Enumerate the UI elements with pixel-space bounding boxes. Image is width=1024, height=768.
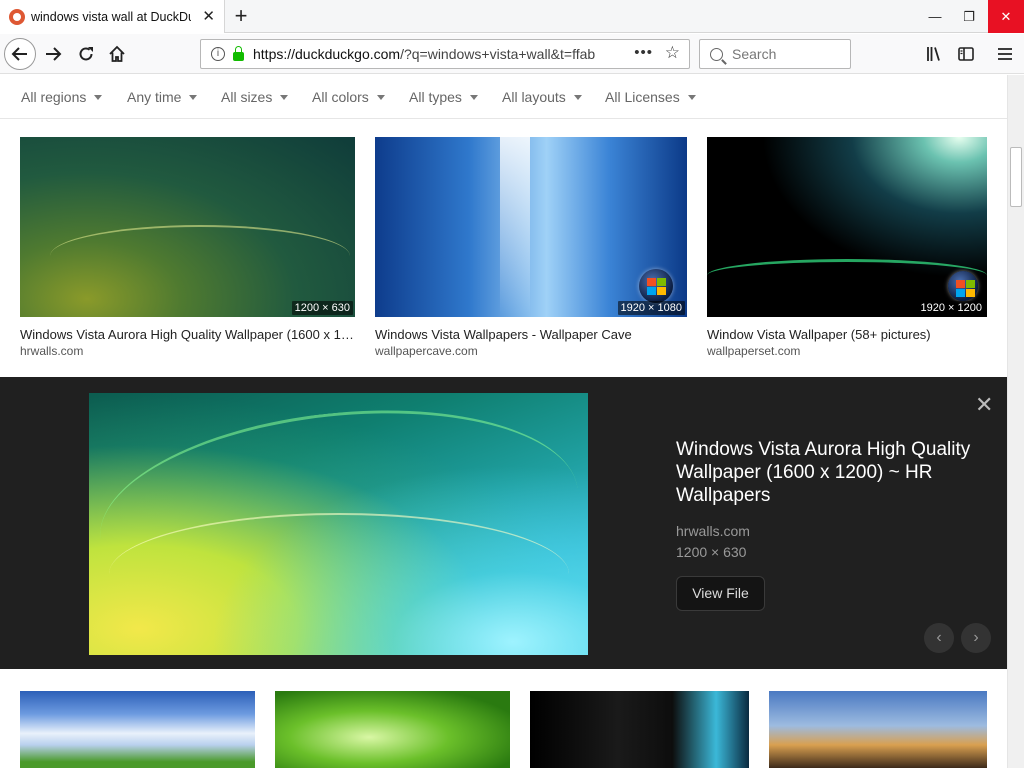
tab-close-icon[interactable]: ✕ bbox=[202, 7, 215, 25]
scrollbar-thumb[interactable] bbox=[1010, 147, 1022, 207]
image-dimensions: 1200 × 630 bbox=[291, 301, 353, 315]
image-result[interactable]: 1920 × 1080 Windows Vista Wallpapers - W… bbox=[375, 137, 687, 358]
image-result[interactable] bbox=[20, 691, 255, 768]
result-title[interactable]: Windows Vista Wallpapers - Wallpaper Cav… bbox=[375, 327, 687, 342]
detail-title[interactable]: Windows Vista Aurora High Quality Wallpa… bbox=[676, 438, 976, 507]
image-result[interactable]: 1920 × 1200 Window Vista Wallpaper (58+ … bbox=[707, 137, 987, 358]
image-result[interactable] bbox=[769, 691, 987, 768]
image-detail-panel: ✕ Windows Vista Aurora High Quality Wall… bbox=[0, 377, 1007, 669]
filter-regions[interactable]: All regions bbox=[21, 89, 102, 105]
view-file-button[interactable]: View File bbox=[676, 576, 765, 611]
url-text[interactable]: https://duckduckgo.com/?q=windows+vista+… bbox=[253, 46, 633, 62]
navigation-toolbar: i https://duckduckgo.com/?q=windows+vist… bbox=[0, 34, 1024, 74]
image-result[interactable] bbox=[275, 691, 510, 768]
result-title[interactable]: Windows Vista Aurora High Quality Wallpa… bbox=[20, 327, 355, 342]
page-scrollbar[interactable] bbox=[1007, 75, 1024, 768]
windows-logo-icon bbox=[948, 271, 978, 301]
detail-source[interactable]: hrwalls.com bbox=[676, 523, 750, 539]
duckduckgo-favicon-icon bbox=[9, 8, 25, 25]
result-thumbnail[interactable] bbox=[530, 691, 749, 768]
window-close-icon[interactable]: ✕ bbox=[988, 0, 1024, 33]
image-result[interactable] bbox=[530, 691, 749, 768]
previous-image-icon[interactable]: ‹ bbox=[924, 623, 954, 653]
tab-bar: windows vista wall at DuckDuckGo ✕ + — ❐… bbox=[0, 0, 1024, 33]
result-source: wallpapercave.com bbox=[375, 344, 478, 358]
hamburger-menu-icon[interactable] bbox=[989, 38, 1021, 70]
search-icon bbox=[710, 47, 723, 61]
url-host: https://duckduckgo.com bbox=[253, 46, 401, 62]
browser-search-input[interactable] bbox=[732, 46, 842, 62]
detail-dimensions: 1200 × 630 bbox=[676, 544, 747, 560]
detail-preview-image[interactable] bbox=[89, 393, 588, 655]
detail-close-icon[interactable]: ✕ bbox=[975, 394, 993, 416]
image-dimensions: 1920 × 1200 bbox=[917, 301, 985, 315]
filter-types[interactable]: All types bbox=[409, 89, 478, 105]
minimize-icon[interactable]: — bbox=[918, 0, 952, 33]
page-actions-icon[interactable]: ••• bbox=[634, 44, 653, 61]
next-image-icon[interactable]: › bbox=[961, 623, 991, 653]
filter-time[interactable]: Any time bbox=[127, 89, 197, 105]
result-thumbnail[interactable]: 1920 × 1200 bbox=[707, 137, 987, 317]
filter-colors[interactable]: All colors bbox=[312, 89, 385, 105]
filter-licenses[interactable]: All Licenses bbox=[605, 89, 696, 105]
reload-icon[interactable] bbox=[70, 38, 102, 70]
site-info-icon[interactable]: i bbox=[211, 47, 225, 61]
result-thumbnail[interactable] bbox=[275, 691, 510, 768]
sidebar-toggle-icon[interactable] bbox=[950, 38, 982, 70]
image-result[interactable]: 1200 × 630 Windows Vista Aurora High Qua… bbox=[20, 137, 355, 358]
restore-icon[interactable]: ❐ bbox=[952, 0, 986, 33]
image-dimensions: 1920 × 1080 bbox=[617, 301, 685, 315]
back-arrow-icon[interactable] bbox=[4, 38, 36, 70]
tab-duckduckgo[interactable]: windows vista wall at DuckDuckGo ✕ bbox=[0, 0, 225, 33]
library-icon[interactable] bbox=[918, 38, 950, 70]
result-thumbnail[interactable]: 1920 × 1080 bbox=[375, 137, 687, 317]
tab-title: windows vista wall at DuckDuckGo bbox=[31, 9, 191, 24]
home-icon[interactable] bbox=[101, 38, 133, 70]
result-thumbnail[interactable] bbox=[20, 691, 255, 768]
filter-layouts[interactable]: All layouts bbox=[502, 89, 582, 105]
browser-search-box[interactable] bbox=[699, 39, 851, 69]
url-path: /?q=windows+vista+wall&t=ffab bbox=[400, 46, 596, 62]
result-source: wallpaperset.com bbox=[707, 344, 801, 358]
url-bar[interactable]: i https://duckduckgo.com/?q=windows+vist… bbox=[200, 39, 690, 69]
filter-sizes[interactable]: All sizes bbox=[221, 89, 288, 105]
forward-arrow-icon[interactable] bbox=[37, 38, 69, 70]
result-thumbnail[interactable] bbox=[769, 691, 987, 768]
new-tab-icon[interactable]: + bbox=[230, 3, 252, 29]
result-thumbnail[interactable]: 1200 × 630 bbox=[20, 137, 355, 317]
result-source: hrwalls.com bbox=[20, 344, 84, 358]
result-title[interactable]: Window Vista Wallpaper (58+ pictures) bbox=[707, 327, 987, 342]
bookmark-star-icon[interactable]: ☆ bbox=[665, 43, 680, 63]
windows-logo-icon bbox=[639, 269, 673, 303]
lock-icon[interactable] bbox=[233, 45, 244, 61]
image-filter-bar: All regions Any time All sizes All color… bbox=[0, 75, 1007, 119]
